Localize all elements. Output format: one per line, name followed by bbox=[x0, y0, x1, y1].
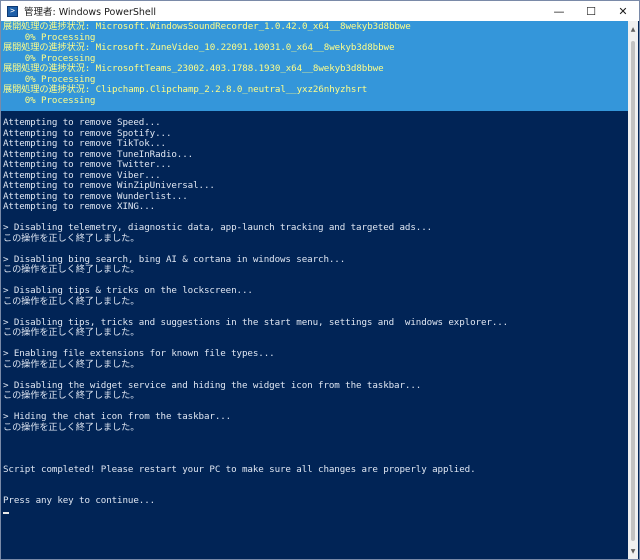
console-line: > Hiding the chat icon from the taskbar.… bbox=[3, 411, 232, 422]
console-line: > Disabling tips, tricks and suggestions… bbox=[3, 316, 509, 328]
console-line: Attempting to remove WinZipUniversal... bbox=[3, 180, 215, 191]
progress-status: 展開処理の進捗状況: Microsoft.WindowsSoundRecorde… bbox=[3, 21, 411, 32]
progress-area: 展開処理の進捗状況: Microsoft.WindowsSoundRecorde… bbox=[1, 21, 629, 111]
powershell-window: > 管理者: Windows PowerShell — ☐ ✕ 展開処理の進捗状… bbox=[0, 0, 640, 560]
console-line: > Disabling bing search, bing AI & corta… bbox=[3, 253, 346, 265]
vertical-scrollbar[interactable]: ▲ ▼ bbox=[628, 21, 638, 559]
console-line: Attempting to remove Viber... bbox=[3, 169, 161, 181]
console-line: Attempting to remove Spotify... bbox=[3, 127, 172, 139]
console-line: > Disabling telemetry, diagnostic data, … bbox=[3, 222, 433, 233]
console-line: > Disabling the widget service and hidin… bbox=[3, 379, 422, 391]
console-line: この操作を正しく終了しました。 bbox=[3, 264, 140, 275]
console-line: この操作を正しく終了しました。 bbox=[3, 327, 140, 338]
progress-percent: 0% Processing bbox=[3, 95, 96, 106]
console-line: Attempting to remove TuneInRadio... bbox=[3, 148, 194, 160]
console-line: Press any key to continue... bbox=[3, 495, 156, 506]
progress-status: 展開処理の進捗状況: Microsoft.ZuneVideo_10.22091.… bbox=[3, 42, 395, 53]
window-title: 管理者: Windows PowerShell bbox=[24, 7, 157, 18]
text-cursor bbox=[3, 512, 9, 514]
minimize-button[interactable]: — bbox=[543, 1, 575, 21]
title-bar[interactable]: > 管理者: Windows PowerShell — ☐ ✕ bbox=[1, 1, 639, 21]
progress-status: 展開処理の進捗状況: Clipchamp.Clipchamp_2.2.8.0_n… bbox=[3, 84, 368, 95]
close-button[interactable]: ✕ bbox=[607, 1, 639, 21]
scroll-up-icon[interactable]: ▲ bbox=[628, 23, 638, 35]
console-line: Attempting to remove Speed... bbox=[3, 117, 161, 128]
console-line: > Disabling tips & tricks on the lockscr… bbox=[3, 285, 253, 296]
progress-status: 展開処理の進捗状況: MicrosoftTeams_23002.403.1788… bbox=[3, 63, 384, 74]
console-line: この操作を正しく終了しました。 bbox=[3, 358, 140, 370]
console-line: この操作を正しく終了しました。 bbox=[3, 421, 140, 433]
console-line: この操作を正しく終了しました。 bbox=[3, 232, 140, 244]
console-line: Attempting to remove TikTok... bbox=[3, 138, 166, 149]
scrollbar-thumb[interactable] bbox=[631, 41, 635, 541]
maximize-button[interactable]: ☐ bbox=[575, 1, 607, 21]
console-line: この操作を正しく終了しました。 bbox=[3, 390, 140, 401]
console-line: Attempting to remove Wunderlist... bbox=[3, 190, 188, 202]
powershell-icon[interactable]: > bbox=[7, 5, 18, 17]
console-output[interactable]: Attempting to remove Speed... Attempting… bbox=[1, 111, 629, 559]
window-controls: — ☐ ✕ bbox=[543, 1, 639, 21]
scroll-down-icon[interactable]: ▼ bbox=[628, 545, 638, 557]
console-line: Script completed! Please restart your PC… bbox=[3, 463, 476, 475]
console-line: Attempting to remove Twitter... bbox=[3, 159, 172, 170]
console-line: Attempting to remove XING... bbox=[3, 201, 156, 212]
console-line: この操作を正しく終了しました。 bbox=[3, 295, 140, 307]
console-line: > Enabling file extensions for known fil… bbox=[3, 348, 275, 359]
